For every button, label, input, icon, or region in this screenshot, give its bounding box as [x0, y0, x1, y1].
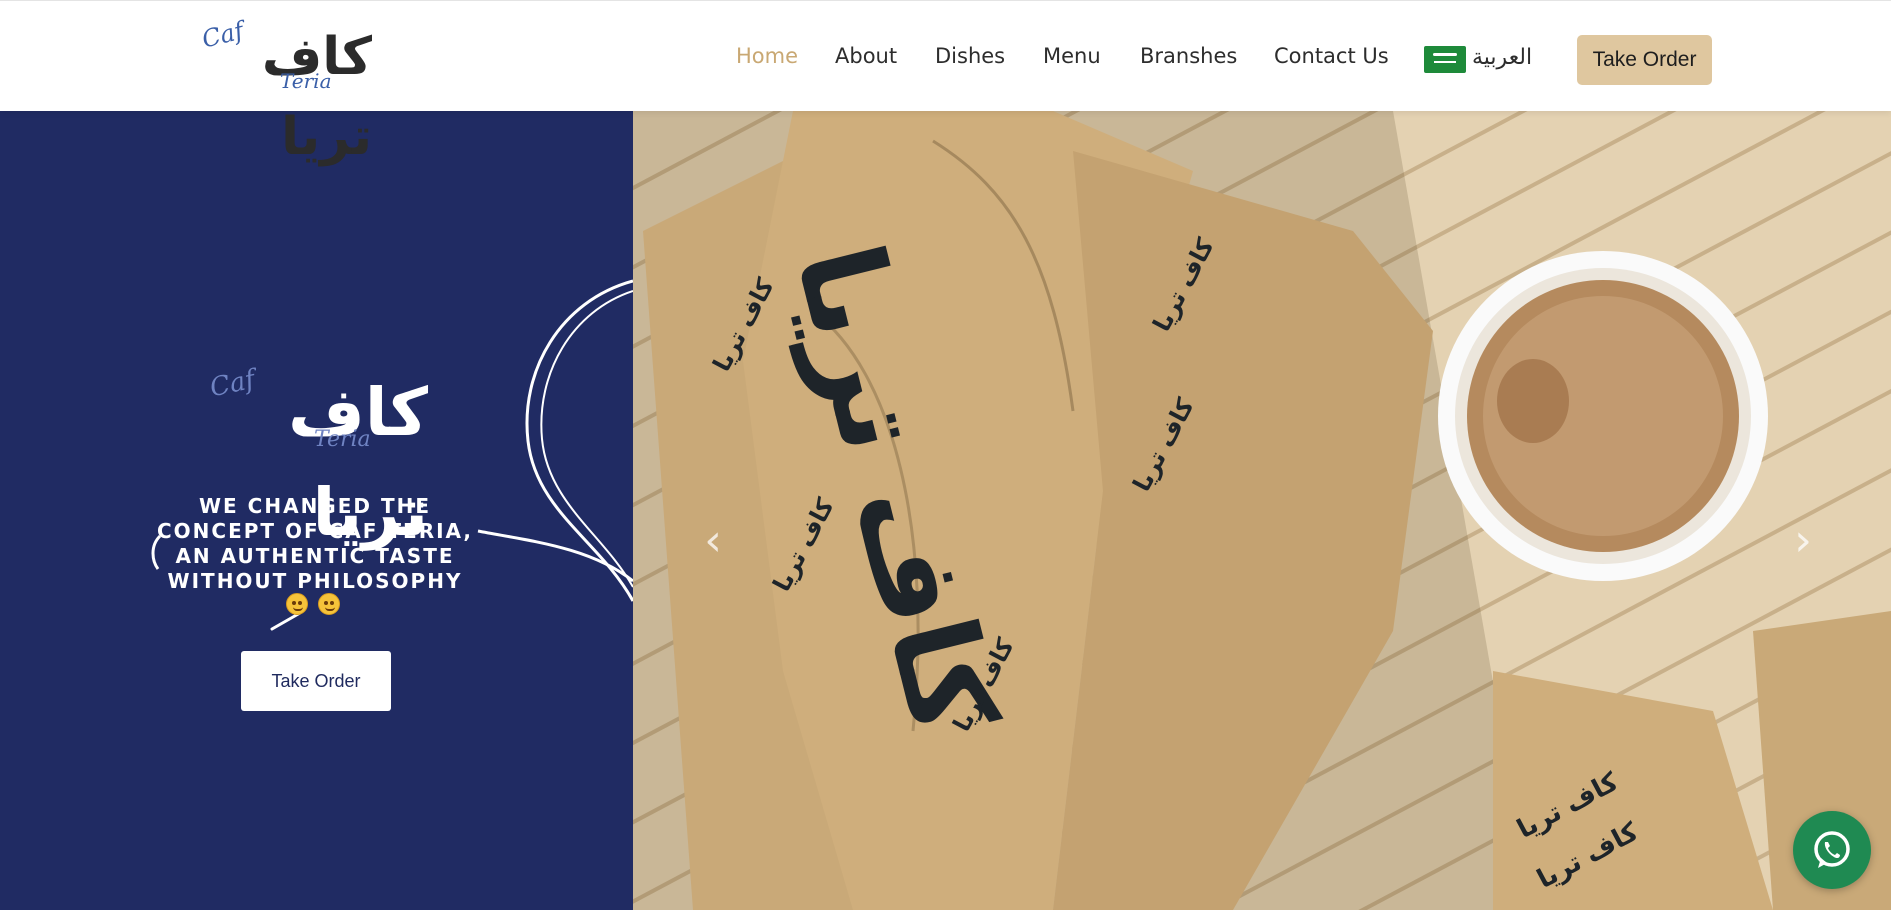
saudi-flag-icon: [1424, 46, 1466, 73]
logo-arabic-text: كاف تريا: [261, 27, 373, 167]
site-header: Caf كاف تريا Teria Home About Dishes Men…: [0, 0, 1891, 167]
nav-item-about[interactable]: About: [835, 44, 897, 68]
wink-face-icon: [286, 593, 308, 615]
yum-face-icon: [318, 593, 340, 615]
hero-intro-panel: Caf كاف تريا Teria WE CHANGED THE CONCEP…: [0, 111, 633, 910]
language-label: العربية: [1472, 45, 1533, 70]
nav-item-branches[interactable]: Branshes: [1140, 44, 1237, 68]
tagline-emojis: [286, 593, 346, 619]
nav-item-menu[interactable]: Menu: [1043, 44, 1101, 68]
take-order-button-header[interactable]: Take Order: [1577, 35, 1712, 85]
nav-item-home[interactable]: Home: [736, 44, 798, 68]
nav-item-contact[interactable]: Contact Us: [1274, 44, 1389, 68]
hero-photo-slider: كاف تريا كاف تريا كاف تريا كاف تريا كاف …: [633, 111, 1891, 910]
nav-item-dishes[interactable]: Dishes: [935, 44, 1005, 68]
hero-logo: Caf كاف تريا Teria: [196, 363, 436, 551]
chevron-left-icon[interactable]: ‹: [693, 511, 733, 571]
hero-logo-script-bottom: Teria: [314, 427, 371, 452]
whatsapp-button[interactable]: [1793, 811, 1871, 889]
whatsapp-icon: [1814, 831, 1850, 868]
hero-tagline: WE CHANGED THE CONCEPT OF CAF TERIA, AN …: [156, 494, 474, 593]
chevron-right-icon[interactable]: ›: [1783, 511, 1823, 571]
take-order-button-hero[interactable]: Take Order: [241, 651, 391, 711]
